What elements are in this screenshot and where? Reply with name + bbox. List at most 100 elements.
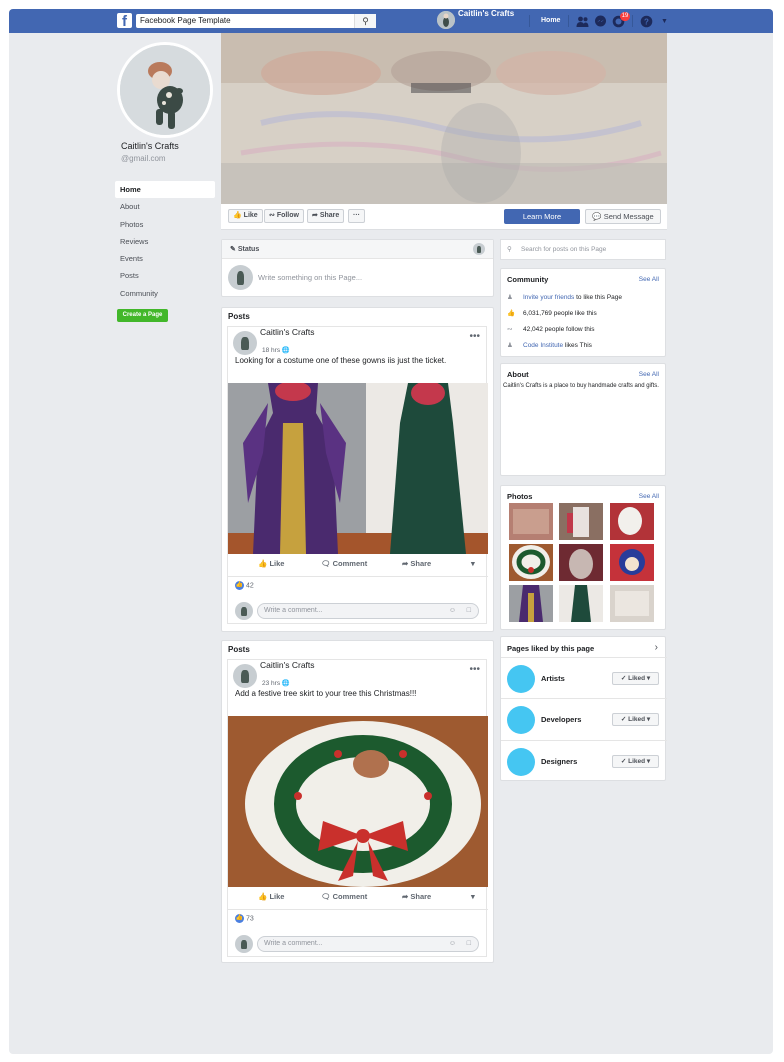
- search-input[interactable]: Facebook Page Template ⚲: [136, 14, 376, 28]
- chevron-right-icon[interactable]: ›: [655, 642, 658, 653]
- nav-item-events[interactable]: Events: [115, 250, 215, 267]
- like-page-button[interactable]: 👍 Like: [228, 209, 263, 223]
- emoji-icon[interactable]: ☺: [449, 937, 456, 951]
- avatar[interactable]: [473, 243, 485, 255]
- comment-button[interactable]: 🗨 Comment: [321, 892, 367, 901]
- liked-button[interactable]: ✓ Liked ▾: [612, 672, 659, 685]
- page-action-bar: 👍 Like ∾ Follow ➦ Share ··· Learn More 💬…: [221, 204, 667, 230]
- emoji-icon[interactable]: ☺: [449, 604, 456, 618]
- search-icon[interactable]: ⚲: [354, 14, 376, 28]
- nav-item-home[interactable]: Home: [115, 181, 215, 199]
- comment-input[interactable]: Write a comment... ☺ □: [257, 936, 479, 952]
- help-icon[interactable]: ?: [640, 15, 653, 28]
- share-label: Share: [410, 559, 432, 568]
- code-institute-text: likes This: [563, 342, 592, 349]
- photos-see-all-link[interactable]: See All: [639, 493, 659, 500]
- status-composer: ✎ Status Write something on this Page...: [221, 239, 494, 297]
- page-frame: f Facebook Page Template ⚲ Caitlin's Cra…: [9, 9, 773, 1054]
- photo-thumbnail[interactable]: [559, 585, 603, 622]
- reaction-count[interactable]: 👍 73: [235, 914, 254, 923]
- share-options-chevron-down-icon[interactable]: ▾: [471, 559, 475, 568]
- sticker-icon[interactable]: □: [467, 604, 471, 618]
- photo-thumbnail[interactable]: [610, 503, 654, 540]
- photo-thumbnail[interactable]: [610, 544, 654, 581]
- account-menu-chevron-down-icon[interactable]: ▼: [658, 15, 671, 28]
- home-link[interactable]: Home: [541, 17, 560, 24]
- photo-thumbnail[interactable]: [509, 503, 553, 540]
- nav-item-community[interactable]: Community: [115, 285, 215, 302]
- nav-item-posts[interactable]: Posts: [115, 267, 215, 284]
- liked-page-name[interactable]: Designers: [541, 757, 577, 766]
- share-button[interactable]: ➦ Share: [402, 559, 431, 568]
- avatar[interactable]: [233, 664, 257, 688]
- post-time-text: 23 hrs: [262, 680, 281, 687]
- status-tab[interactable]: ✎ Status: [222, 240, 493, 259]
- photo-thumbnail[interactable]: [559, 503, 603, 540]
- like-button[interactable]: 👍 Like: [258, 559, 284, 568]
- about-text: Caitlin's Crafts is a place to buy handm…: [503, 383, 659, 389]
- comment-input[interactable]: Write a comment... ☺ □: [257, 603, 479, 619]
- posts-section-title: Posts: [228, 312, 250, 321]
- like-button[interactable]: 👍 Like: [258, 892, 284, 901]
- composer-input[interactable]: Write something on this Page...: [258, 273, 362, 282]
- cover-photo[interactable]: [221, 33, 667, 204]
- likes-count-text: 6,031,769 people like this: [523, 310, 597, 317]
- page-search-input[interactable]: ⚲ Search for posts on this Page: [500, 239, 666, 260]
- photo-thumbnail[interactable]: [610, 585, 654, 622]
- liked-page-name[interactable]: Developers: [541, 715, 581, 724]
- top-page-name[interactable]: Caitlin's Crafts: [458, 9, 514, 18]
- posts-section-title: Posts: [228, 645, 250, 654]
- code-institute-link[interactable]: Code Institute: [523, 342, 563, 349]
- post-timestamp[interactable]: 18 hrs 🌐: [262, 346, 290, 354]
- post-timestamp[interactable]: 23 hrs 🌐: [262, 679, 290, 687]
- community-card: Community See All ♟ Invite your friends t…: [500, 268, 666, 357]
- follow-label: Follow: [276, 212, 299, 219]
- liked-page-item[interactable]: Designers ✓ Liked ▾: [501, 741, 667, 783]
- photo-thumbnail[interactable]: [509, 544, 553, 581]
- nav-item-about[interactable]: About: [115, 198, 215, 215]
- liked-page-item[interactable]: Developers ✓ Liked ▾: [501, 699, 667, 741]
- profile-picture[interactable]: [117, 42, 213, 138]
- post-author[interactable]: Caitlin's Crafts: [260, 660, 315, 670]
- page-search-placeholder: Search for posts on this Page: [521, 246, 607, 253]
- sticker-icon[interactable]: □: [467, 937, 471, 951]
- liked-button-label: Liked: [628, 716, 646, 723]
- liked-page-item[interactable]: Artists ✓ Liked ▾: [501, 657, 667, 699]
- nav-item-reviews[interactable]: Reviews: [115, 233, 215, 250]
- comment-button[interactable]: 🗨 Comment: [321, 559, 367, 568]
- avatar[interactable]: [233, 331, 257, 355]
- page-title[interactable]: Caitlin's Crafts: [121, 141, 179, 151]
- friend-requests-icon[interactable]: [576, 15, 589, 28]
- code-institute-row: ♟ Code Institute likes This: [507, 341, 592, 349]
- post-author[interactable]: Caitlin's Crafts: [260, 327, 315, 337]
- community-title: Community: [507, 275, 549, 284]
- post-image-tree-skirt[interactable]: [228, 716, 488, 887]
- send-message-button[interactable]: 💬 Send Message: [585, 209, 661, 224]
- post-image-gowns[interactable]: [228, 383, 488, 554]
- about-see-all-link[interactable]: See All: [639, 371, 659, 378]
- liked-page-avatar: [507, 706, 535, 734]
- nav-item-photos[interactable]: Photos: [115, 216, 215, 233]
- messenger-icon[interactable]: [594, 15, 607, 28]
- liked-button[interactable]: ✓ Liked ▾: [612, 713, 659, 726]
- photo-thumbnail[interactable]: [559, 544, 603, 581]
- share-page-button[interactable]: ➦ Share: [307, 209, 345, 223]
- share-options-chevron-down-icon[interactable]: ▾: [471, 892, 475, 901]
- create-page-button[interactable]: Create a Page: [117, 309, 168, 322]
- avatar[interactable]: [437, 11, 455, 29]
- liked-page-name[interactable]: Artists: [541, 674, 565, 683]
- more-options-button[interactable]: ···: [348, 209, 365, 223]
- post: Caitlin's Crafts 18 hrs 🌐 ••• Looking fo…: [227, 326, 488, 624]
- follow-button[interactable]: ∾ Follow: [264, 209, 304, 223]
- post-options-icon[interactable]: •••: [469, 664, 480, 675]
- reaction-count[interactable]: 👍 42: [235, 581, 254, 590]
- post-options-icon[interactable]: •••: [469, 331, 480, 342]
- pages-liked-title: Pages liked by this page: [507, 644, 595, 653]
- photo-thumbnail[interactable]: [509, 585, 553, 622]
- share-button[interactable]: ➦ Share: [402, 892, 431, 901]
- invite-friends-link[interactable]: Invite your friends: [523, 294, 574, 301]
- liked-button[interactable]: ✓ Liked ▾: [612, 755, 659, 768]
- community-see-all-link[interactable]: See All: [639, 276, 659, 283]
- facebook-logo-icon[interactable]: f: [117, 13, 132, 28]
- learn-more-button[interactable]: Learn More: [504, 209, 580, 224]
